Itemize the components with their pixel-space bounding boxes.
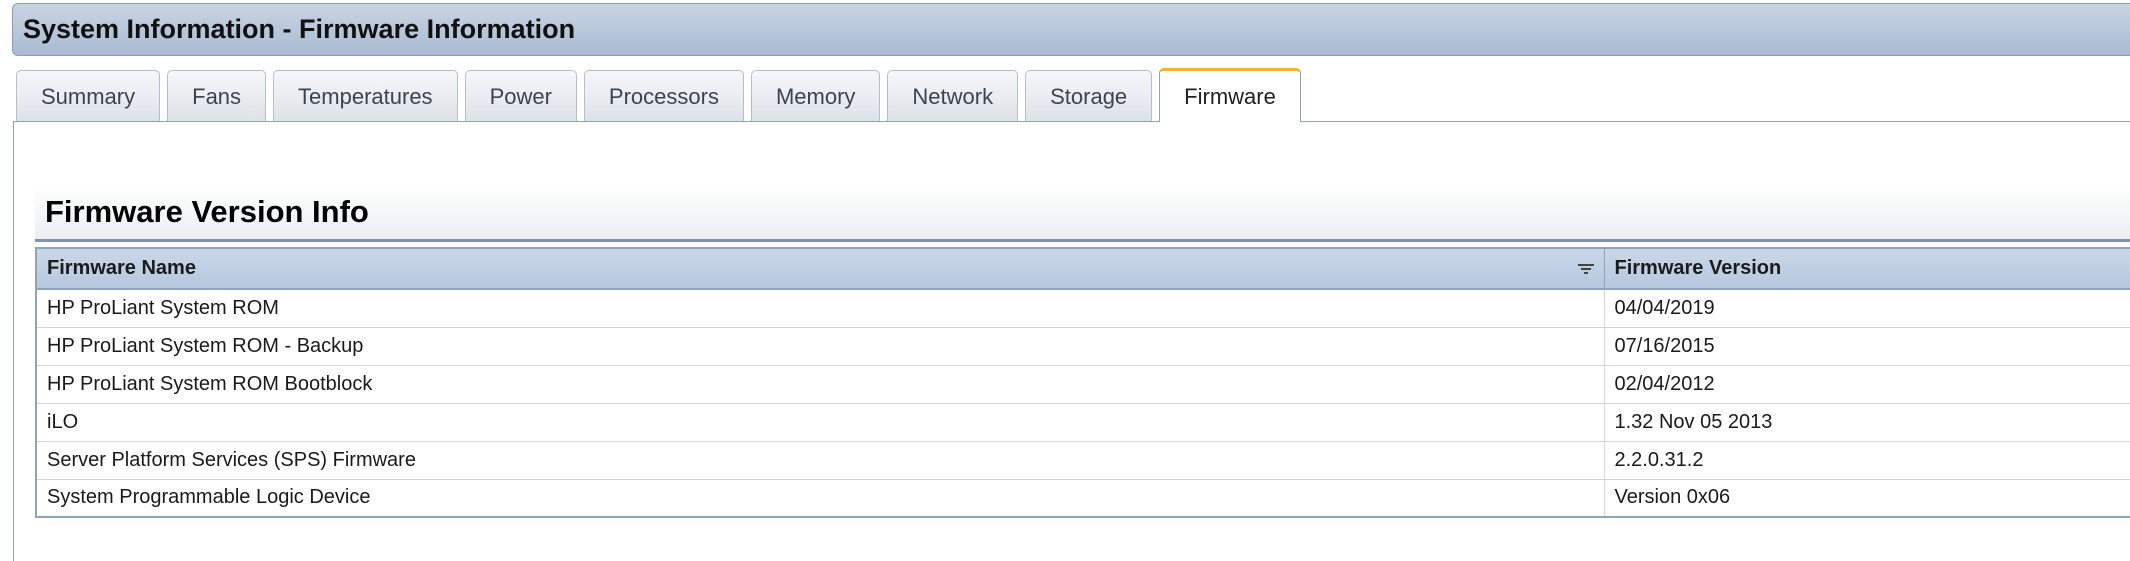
firmware-version-cell: 07/16/2015 bbox=[1604, 327, 2130, 366]
table-row: iLO 1.32 Nov 05 2013 bbox=[36, 403, 2130, 442]
firmware-name-cell: Server Platform Services (SPS) Firmware bbox=[36, 441, 1605, 480]
table-row: System Programmable Logic Device Version… bbox=[36, 479, 2130, 518]
column-header-firmware-name[interactable]: Firmware Name bbox=[36, 248, 1605, 290]
tab-label: Storage bbox=[1050, 83, 1128, 109]
table-row: HP ProLiant System ROM Bootblock 02/04/2… bbox=[36, 365, 2130, 404]
table-row: HP ProLiant System ROM - Backup 07/16/20… bbox=[36, 327, 2130, 366]
section-header: Firmware Version Info bbox=[35, 184, 2130, 242]
firmware-name-cell: HP ProLiant System ROM bbox=[36, 289, 1605, 328]
firmware-version-cell: 1.32 Nov 05 2013 bbox=[1604, 403, 2130, 442]
table-header-row: Firmware Name Firmware Version bbox=[36, 248, 2130, 290]
table-row: HP ProLiant System ROM 04/04/2019 bbox=[36, 289, 2130, 328]
tab-label: Summary bbox=[41, 83, 136, 109]
tab-memory[interactable]: Memory bbox=[750, 70, 881, 122]
column-header-label: Firmware Version bbox=[1614, 257, 1782, 279]
table-row: Server Platform Services (SPS) Firmware … bbox=[36, 441, 2130, 480]
tab-label: Memory bbox=[775, 83, 856, 109]
window-title: System Information - Firmware Informatio… bbox=[23, 14, 576, 44]
window-title-bar: System Information - Firmware Informatio… bbox=[12, 3, 2130, 56]
tab-label: Firmware bbox=[1184, 83, 1276, 109]
tab-label: Power bbox=[489, 83, 552, 109]
tab-label: Fans bbox=[192, 83, 242, 109]
firmware-version-cell: 02/04/2012 bbox=[1604, 365, 2130, 404]
sort-icon[interactable] bbox=[1577, 263, 1594, 275]
tab-label: Network bbox=[912, 83, 994, 109]
tab-label: Temperatures bbox=[298, 83, 433, 109]
tab-processors[interactable]: Processors bbox=[583, 70, 744, 122]
firmware-name-cell: HP ProLiant System ROM - Backup bbox=[36, 327, 1605, 366]
firmware-name-cell: System Programmable Logic Device bbox=[36, 479, 1605, 518]
firmware-version-cell: Version 0x06 bbox=[1604, 479, 2130, 518]
tab-fans[interactable]: Fans bbox=[167, 70, 267, 122]
tab-firmware[interactable]: Firmware bbox=[1159, 68, 1301, 122]
tab-network[interactable]: Network bbox=[887, 70, 1019, 122]
column-header-label: Firmware Name bbox=[47, 257, 196, 279]
column-header-firmware-version[interactable]: Firmware Version bbox=[1604, 248, 2130, 290]
firmware-name-cell: iLO bbox=[36, 403, 1605, 442]
firmware-version-cell: 2.2.0.31.2 bbox=[1604, 441, 2130, 480]
firmware-version-cell: 04/04/2019 bbox=[1604, 289, 2130, 328]
tab-content-panel: Firmware Version Info Firmware Name Firm… bbox=[13, 121, 2130, 561]
tab-power[interactable]: Power bbox=[464, 70, 577, 122]
tab-summary[interactable]: Summary bbox=[16, 70, 161, 122]
firmware-table: Firmware Name Firmware Version HP ProLia… bbox=[35, 247, 2130, 518]
tab-storage[interactable]: Storage bbox=[1025, 70, 1153, 122]
firmware-name-cell: HP ProLiant System ROM Bootblock bbox=[36, 365, 1605, 404]
section-title: Firmware Version Info bbox=[45, 193, 369, 229]
tab-label: Processors bbox=[608, 83, 719, 109]
tab-bar: Summary Fans Temperatures Power Processo… bbox=[16, 68, 1308, 122]
tab-temperatures[interactable]: Temperatures bbox=[273, 70, 458, 122]
